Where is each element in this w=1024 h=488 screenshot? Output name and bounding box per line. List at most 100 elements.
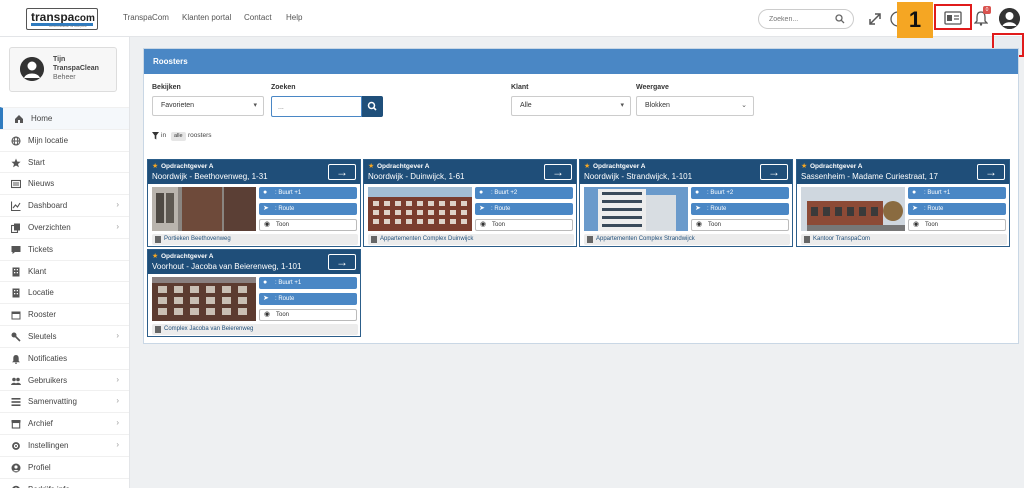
buurt-button[interactable]: ●: Buurt +2 <box>475 187 573 199</box>
avatar <box>20 57 44 81</box>
open-rooster-button[interactable]: → <box>328 164 356 180</box>
sidebar-item-dashboard[interactable]: Dashboard › <box>0 194 129 216</box>
sidebar-item-instellingen[interactable]: Instellingen › <box>0 434 129 456</box>
sidebar-item-rooster[interactable]: Rooster <box>0 303 129 325</box>
zoeken-input[interactable] <box>278 102 358 112</box>
sidebar-item-start[interactable]: Start <box>0 150 129 173</box>
search-icon[interactable] <box>835 14 845 26</box>
buurt-button[interactable]: ●: Buurt +1 <box>908 187 1006 199</box>
user-avatar[interactable] <box>999 8 1020 29</box>
sidebar-item-sleutels[interactable]: Sleutels › <box>0 325 129 347</box>
location-arrow-icon: ➤ <box>695 205 701 212</box>
route-label: : Route <box>924 206 944 212</box>
toon-button[interactable]: ◉ Toon <box>691 219 789 231</box>
sidebar-item-klant[interactable]: Klant <box>0 259 129 282</box>
card-client: Opdrachtgever A <box>377 163 430 170</box>
toon-button[interactable]: ◉ Toon <box>259 219 357 231</box>
route-button[interactable]: ➤: Route <box>475 203 573 215</box>
search-icon <box>367 101 377 111</box>
buurt-button[interactable]: ●: Buurt +2 <box>691 187 789 199</box>
sidebar-item-overzichten[interactable]: Overzichten › <box>0 216 129 238</box>
filter-suffix: roosters <box>188 132 212 139</box>
sidebar-item-archief[interactable]: Archief › <box>0 412 129 434</box>
sidebar-item-home[interactable]: Home <box>0 107 129 129</box>
building-photo <box>368 187 472 231</box>
nav-link-contact[interactable]: Contact <box>244 13 272 22</box>
card-location-footer[interactable]: Appartementen Complex Duinwijck <box>368 234 574 245</box>
filter-chip: alle <box>171 132 186 141</box>
rooster-card[interactable]: ★ Opdrachtgever A Noordwijk - Duinwijck, 1… <box>363 159 577 247</box>
route-button[interactable]: ➤: Route <box>259 203 357 215</box>
nav-link-help[interactable]: Help <box>286 13 302 22</box>
route-button[interactable]: ➤ : Route <box>259 293 357 305</box>
zoeken-field[interactable] <box>271 96 362 117</box>
location-arrow-icon: ➤ <box>263 205 269 212</box>
open-rooster-button[interactable]: → <box>544 164 572 180</box>
card-location-footer[interactable]: Kantoor TranspaCom <box>801 234 1007 245</box>
toon-button[interactable]: ◉ Toon <box>259 309 357 321</box>
compress-icon[interactable] <box>866 10 884 28</box>
notification-badge: 0 <box>983 6 991 14</box>
chevron-down-icon: ⌄ <box>741 102 747 109</box>
route-button[interactable]: ➤: Route <box>691 203 789 215</box>
rooster-card[interactable]: ★ Opdrachtgever A Sassenheim - Madame Curi… <box>796 159 1010 247</box>
toon-label: Toon <box>276 312 290 318</box>
star-icon[interactable]: ★ <box>152 162 158 170</box>
sidebar-item-profiel[interactable]: Profiel <box>0 455 129 478</box>
sidebar-item-nieuws[interactable]: Nieuws <box>0 172 129 194</box>
star-icon[interactable]: ★ <box>368 162 374 170</box>
profile-card[interactable]: Tijn TranspaClean Beheer <box>9 47 117 92</box>
bekijken-select[interactable]: Favorieten ▾ <box>152 96 264 116</box>
toon-button[interactable]: ◉ Toon <box>475 219 573 231</box>
klant-value: Alle <box>520 102 532 109</box>
sidebar-item-mijn-locatie[interactable]: Mijn locatie <box>0 128 129 151</box>
route-button[interactable]: ➤: Route <box>908 203 1006 215</box>
rooster-card[interactable]: ★ Opdrachtgever A Noordwijk - Strandwijck,… <box>579 159 793 247</box>
open-rooster-button[interactable]: → <box>328 254 356 270</box>
cog-icon <box>11 441 21 451</box>
buurt-label: : Buurt +1 <box>275 190 302 196</box>
building-icon <box>804 236 810 243</box>
klant-select[interactable]: Alle ▾ <box>511 96 631 116</box>
sidebar: Tijn TranspaClean Beheer Home Mijn locati… <box>0 37 130 488</box>
building-icon <box>11 288 21 298</box>
chevron-right-icon: › <box>116 440 119 449</box>
buurt-button[interactable]: ●: Buurt +1 <box>259 187 357 199</box>
rooster-card[interactable]: ★ Opdrachtgever A Voorhout - Jacoba van Be… <box>147 249 361 337</box>
sidebar-item-locatie[interactable]: Locatie <box>0 281 129 303</box>
card-location-footer[interactable]: Portieken Beethovenweg <box>152 234 358 245</box>
sidebar-item-label: Start <box>28 157 45 167</box>
open-rooster-button[interactable]: → <box>760 164 788 180</box>
chart-icon <box>10 201 21 212</box>
buurt-button[interactable]: ●: Buurt +1 <box>259 277 357 289</box>
weergave-select[interactable]: Blokken ⌄ <box>636 96 754 116</box>
card-location-name: Kantoor TranspaCom <box>813 236 871 242</box>
star-icon[interactable]: ★ <box>584 162 590 170</box>
zoeken-button[interactable] <box>362 96 383 117</box>
sidebar-item-notificaties[interactable]: Notificaties <box>0 346 129 369</box>
sidebar-item-bedrijfs-info[interactable]: Bedrijfs info <box>0 477 129 488</box>
global-search-input[interactable] <box>769 14 835 25</box>
card-header: ★ Opdrachtgever A Sassenheim - Madame Curi… <box>797 160 1009 184</box>
transpacom-logo[interactable]: transpacom communication for everyone <box>26 8 98 30</box>
location-arrow-icon: ➤ <box>263 295 269 302</box>
card-location-footer[interactable]: Appartementen Complex Strandwijck <box>584 234 790 245</box>
chevron-down-icon: ▾ <box>253 102 257 109</box>
route-label: : Route <box>275 296 295 302</box>
sidebar-item-gebruikers[interactable]: Gebruikers › <box>0 368 129 391</box>
building-photo <box>801 187 905 231</box>
global-search[interactable] <box>758 9 854 29</box>
star-icon[interactable]: ★ <box>152 252 158 260</box>
star-icon[interactable]: ★ <box>801 162 807 170</box>
filter-icon <box>152 132 159 142</box>
rooster-card[interactable]: ★ Opdrachtgever A Noordwijk - Beethovenweg… <box>147 159 361 247</box>
open-rooster-button[interactable]: → <box>977 164 1005 180</box>
sidebar-item-samenvatting[interactable]: Samenvatting › <box>0 390 129 412</box>
nav-link-transpacom[interactable]: TranspaCom <box>123 13 169 22</box>
toon-label: Toon <box>492 222 506 228</box>
logo-tagline: communication for everyone <box>49 24 87 28</box>
card-location-footer[interactable]: Complex Jacoba van Beierenweg <box>152 324 358 335</box>
sidebar-item-tickets[interactable]: Tickets <box>0 237 129 260</box>
nav-link-klanten-portal[interactable]: Klanten portal <box>182 13 231 22</box>
toon-button[interactable]: ◉ Toon <box>908 219 1006 231</box>
